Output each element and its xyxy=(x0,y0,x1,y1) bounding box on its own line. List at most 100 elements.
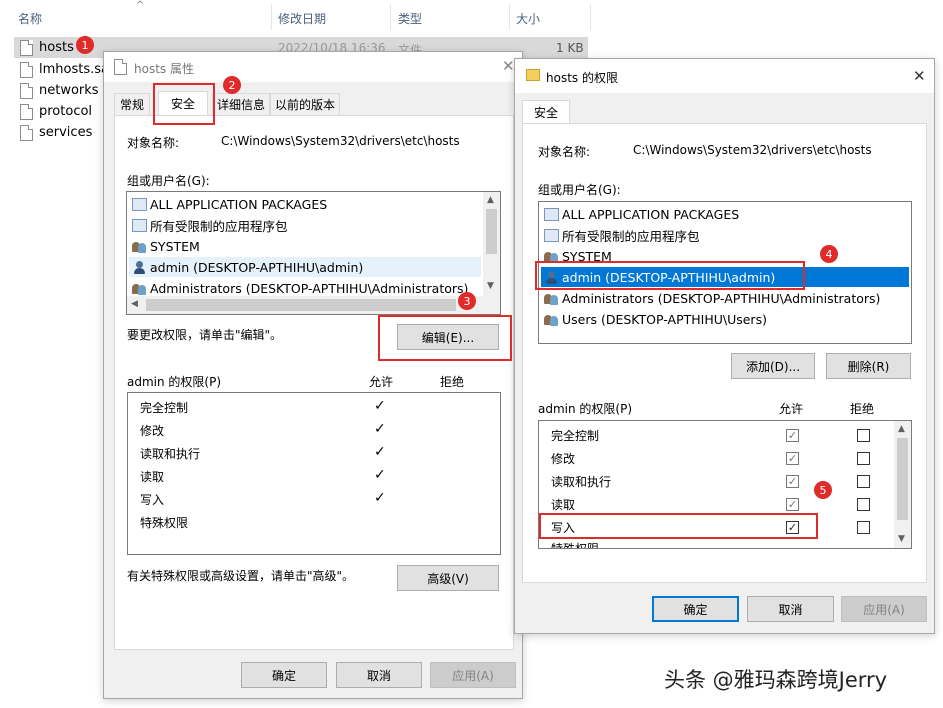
file-row[interactable]: services xyxy=(14,122,92,143)
deny-header: 拒绝 xyxy=(440,375,465,389)
permission-row: 特殊权限 xyxy=(551,542,600,549)
object-path: C:\Windows\System32\drivers\etc\hosts xyxy=(633,143,872,157)
allow-checkbox[interactable]: ✓ xyxy=(786,429,799,442)
list-item[interactable]: Users (DESKTOP-APTHIHU\Users) xyxy=(541,309,909,329)
cancel-button[interactable]: 取消 xyxy=(747,596,834,622)
check-icon: ✓ xyxy=(374,490,386,506)
step-badge-2: 2 xyxy=(223,76,241,94)
file-row[interactable]: protocol xyxy=(14,101,92,122)
add-button[interactable]: 添加(D)... xyxy=(731,353,815,379)
scroll-down-icon[interactable]: ▼ xyxy=(487,281,494,291)
scroll-up-icon[interactable]: ▲ xyxy=(898,424,905,434)
permission-row: 特殊权限 xyxy=(140,515,189,530)
deny-checkbox[interactable] xyxy=(857,498,870,511)
group-label: 组或用户名(G): xyxy=(127,174,210,188)
file-icon xyxy=(20,82,33,99)
check-icon: ✓ xyxy=(374,421,386,437)
group-label: 组或用户名(G): xyxy=(538,183,621,197)
highlight-box-security-tab xyxy=(153,83,215,125)
column-divider xyxy=(390,4,391,30)
tab-security[interactable]: 安全 xyxy=(522,100,570,124)
close-icon[interactable]: ✕ xyxy=(913,67,926,85)
file-size: 1 KB xyxy=(556,41,584,55)
permission-row: 完全控制 xyxy=(140,400,189,415)
list-item[interactable]: ALL APPLICATION PACKAGES xyxy=(129,194,481,214)
step-badge-3: 3 xyxy=(458,292,476,310)
column-divider xyxy=(271,4,272,30)
close-icon[interactable]: ✕ xyxy=(502,57,515,75)
list-item-admin[interactable]: admin (DESKTOP-APTHIHU\admin) xyxy=(129,257,481,277)
column-date[interactable]: 修改日期 xyxy=(278,10,326,27)
deny-checkbox[interactable] xyxy=(857,452,870,465)
group-icon xyxy=(544,313,559,326)
tab-general[interactable]: 常规 xyxy=(114,93,150,115)
permission-list: 完全控制 修改 读取和执行 读取 写入 特殊权限 ✓ ✓ ✓ ✓ ✓ xyxy=(127,392,501,555)
scroll-up-icon[interactable]: ▲ xyxy=(487,195,494,205)
file-row[interactable]: networks xyxy=(14,80,99,101)
folder-icon xyxy=(526,69,540,81)
apply-button[interactable]: 应用(A) xyxy=(841,596,927,622)
list-item[interactable]: ALL APPLICATION PACKAGES xyxy=(541,204,909,224)
permission-row: 读取和执行 xyxy=(140,446,201,461)
group-icon xyxy=(132,282,147,295)
ok-button[interactable]: 确定 xyxy=(652,596,739,622)
object-path: C:\Windows\System32\drivers\etc\hosts xyxy=(221,134,460,148)
file-icon xyxy=(20,103,33,120)
step-badge-1: 1 xyxy=(76,36,94,54)
tab-details[interactable]: 详细信息 xyxy=(212,93,270,115)
file-icon xyxy=(114,59,127,75)
package-icon xyxy=(544,207,559,221)
properties-dialog: hosts 属性 ✕ 常规 安全 详细信息 以前的版本 对象名称: C:\Win… xyxy=(103,51,523,699)
permission-row: 读取 xyxy=(551,497,576,512)
vertical-scrollbar[interactable]: ▲ ▼ xyxy=(894,421,911,548)
column-name[interactable]: 名称 xyxy=(18,10,42,27)
group-icon xyxy=(132,240,147,253)
vertical-scrollbar[interactable]: ▲ ▼ xyxy=(483,192,500,296)
scroll-thumb[interactable] xyxy=(486,209,497,254)
remove-button[interactable]: 删除(R) xyxy=(826,353,911,379)
scroll-thumb[interactable] xyxy=(146,299,456,311)
file-icon xyxy=(20,124,33,141)
package-icon xyxy=(544,228,559,242)
allow-checkbox[interactable]: ✓ xyxy=(786,475,799,488)
permission-row: 读取和执行 xyxy=(551,474,612,489)
highlight-box-admin-user xyxy=(535,261,805,290)
apply-button[interactable]: 应用(A) xyxy=(430,662,516,688)
file-icon xyxy=(20,39,33,56)
deny-checkbox[interactable] xyxy=(857,475,870,488)
sort-up-icon[interactable]: ^ xyxy=(136,0,144,11)
permission-row: 写入 xyxy=(140,492,165,507)
allow-checkbox[interactable]: ✓ xyxy=(786,452,799,465)
highlight-box-edit-button xyxy=(378,315,512,361)
allow-checkbox[interactable]: ✓ xyxy=(786,498,799,511)
list-item[interactable]: 所有受限制的应用程序包 xyxy=(541,225,909,245)
cancel-button[interactable]: 取消 xyxy=(336,662,422,688)
scroll-left-icon[interactable]: ◀ xyxy=(131,299,138,309)
check-icon: ✓ xyxy=(374,444,386,460)
permissions-dialog: hosts 的权限 ✕ 安全 对象名称: C:\Windows\System32… xyxy=(514,58,935,634)
edit-hint: 要更改权限，请单击"编辑"。 xyxy=(127,328,283,342)
column-divider xyxy=(509,4,510,30)
advanced-hint: 有关特殊权限或高级设置，请单击"高级"。 xyxy=(127,569,355,583)
ok-button[interactable]: 确定 xyxy=(241,662,327,688)
user-list[interactable]: ALL APPLICATION PACKAGES 所有受限制的应用程序包 SYS… xyxy=(126,191,501,315)
list-item[interactable]: Administrators (DESKTOP-APTHIHU\Administ… xyxy=(541,288,909,308)
deny-checkbox[interactable] xyxy=(857,429,870,442)
advanced-button[interactable]: 高级(V) xyxy=(397,565,499,591)
column-type[interactable]: 类型 xyxy=(398,10,422,27)
permission-row: 修改 xyxy=(551,451,576,466)
scroll-down-icon[interactable]: ▼ xyxy=(898,534,905,544)
deny-checkbox[interactable] xyxy=(857,521,870,534)
list-item[interactable]: 所有受限制的应用程序包 xyxy=(129,215,481,235)
tab-previous-versions[interactable]: 以前的版本 xyxy=(270,93,340,115)
group-icon xyxy=(544,292,559,305)
horizontal-scrollbar[interactable]: ◀ ▶ xyxy=(127,296,500,314)
file-icon xyxy=(20,61,33,78)
scroll-thumb[interactable] xyxy=(897,438,908,520)
permission-row: 修改 xyxy=(140,423,165,438)
watermark: 头条 @雅玛森跨境Jerry xyxy=(664,668,888,692)
highlight-box-write-permission xyxy=(539,513,818,539)
column-size[interactable]: 大小 xyxy=(516,10,540,27)
list-item[interactable]: Administrators (DESKTOP-APTHIHU\Administ… xyxy=(129,278,481,298)
list-item[interactable]: SYSTEM xyxy=(129,236,481,256)
